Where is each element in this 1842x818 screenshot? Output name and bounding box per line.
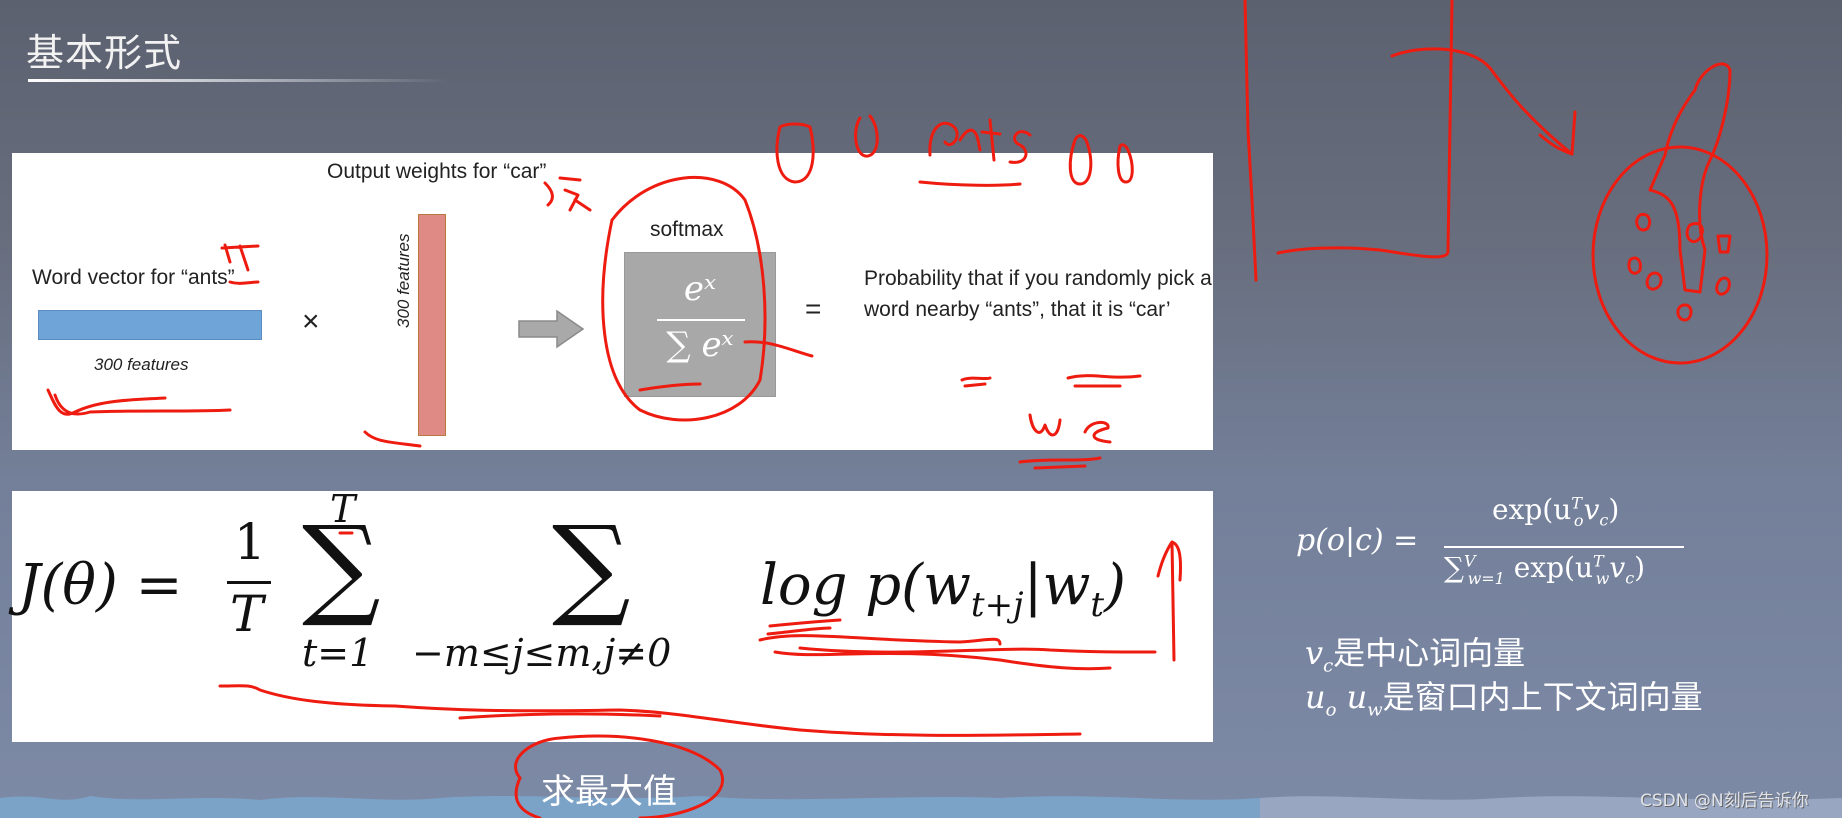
den-sum-sup: V	[1464, 551, 1476, 571]
note-var2: u	[1346, 678, 1368, 716]
note-context-vector: uo uw是窗口内上下文词向量	[1305, 672, 1703, 720]
note-var: v	[1305, 634, 1324, 672]
objective-panel: J(θ) = 1 T T ∑ t=1 ∑ −m≤j≤m,j≠0 log p(wt…	[12, 487, 1213, 742]
num-v: v	[1583, 493, 1600, 526]
output-weights-bar	[418, 214, 446, 436]
objective-frac-den: T	[230, 585, 264, 643]
note-var: u	[1305, 678, 1326, 716]
num-sup: T	[1571, 493, 1582, 513]
num-exp: exp(u	[1492, 493, 1572, 526]
softmax-box: eˣ ∑ eˣ	[624, 252, 776, 397]
softmax-label: softmax	[650, 218, 724, 241]
sum1-lower: t=1	[302, 631, 374, 675]
objective-lhs: J(θ) =	[18, 553, 183, 618]
term-log-p: log p(w	[760, 553, 971, 618]
formula-fraction-bar	[1444, 546, 1684, 548]
slide-title: 基本形式	[26, 31, 183, 75]
output-weights-features-label: 300 features	[394, 233, 413, 328]
objective-term: log p(wt+j|wt)	[760, 553, 1126, 625]
den-sup: T	[1593, 551, 1604, 571]
softmax-numerator: eˣ	[683, 269, 717, 309]
note-text: 是窗口内上下文词向量	[1382, 678, 1703, 716]
den-v-sub: c	[1625, 568, 1635, 588]
formula-numerator: exp(uTovc)	[1492, 493, 1620, 530]
den-sum: ∑	[1444, 551, 1464, 584]
term-mid: |w	[1023, 553, 1091, 618]
word-vector-features-label: 300 features	[94, 355, 189, 374]
den-v: v	[1609, 551, 1626, 584]
term-sub: t+j	[970, 585, 1024, 626]
probability-description: Probability that if you randomly pick a …	[864, 267, 1212, 321]
sum1-symbol: ∑	[302, 502, 381, 630]
title-underline	[28, 79, 448, 82]
ink-right-sketch	[1243, 0, 1769, 365]
note-center-vector: vc是中心词向量	[1305, 628, 1525, 676]
note-text: 是中心词向量	[1333, 634, 1526, 672]
word-vector-bar	[38, 310, 262, 340]
objective-frac-bar	[227, 581, 271, 584]
den-sub: w	[1595, 568, 1610, 588]
den-sum-sub: w=1	[1467, 568, 1505, 588]
formula-denominator: ∑Vw=1 exp(uTwvc)	[1444, 551, 1646, 588]
output-weights-label: Output weights for “car”	[327, 160, 547, 183]
note-sub: o	[1325, 699, 1337, 721]
multiply-symbol: ×	[302, 305, 320, 338]
note-sub2: w	[1367, 699, 1383, 721]
num-v-sub: c	[1599, 510, 1609, 530]
bottom-water-decoration	[0, 796, 1842, 818]
formula-lhs: p(o|c) =	[1296, 523, 1419, 558]
term-sub2: t	[1090, 585, 1105, 626]
diagram-panel: Word vector for “ants” 300 features × Ou…	[12, 153, 1213, 450]
watermark: CSDN @N刻后告诉你	[1640, 791, 1809, 811]
word-vector-label: Word vector for “ants”	[32, 266, 235, 289]
right-arrow-icon	[518, 309, 585, 349]
term-end: )	[1104, 553, 1126, 618]
num-sub: o	[1573, 510, 1584, 530]
sum2-lower: −m≤j≤m,j≠0	[412, 631, 672, 675]
goal-label: 求最大值	[541, 772, 677, 812]
sum2-symbol: ∑	[552, 502, 631, 630]
softmax-fraction-bar	[657, 319, 745, 321]
equals-symbol: =	[805, 293, 822, 324]
den-exp: exp(u	[1513, 551, 1593, 584]
objective-frac-num: 1	[234, 513, 266, 571]
softmax-denominator: ∑ eˣ	[666, 325, 734, 365]
